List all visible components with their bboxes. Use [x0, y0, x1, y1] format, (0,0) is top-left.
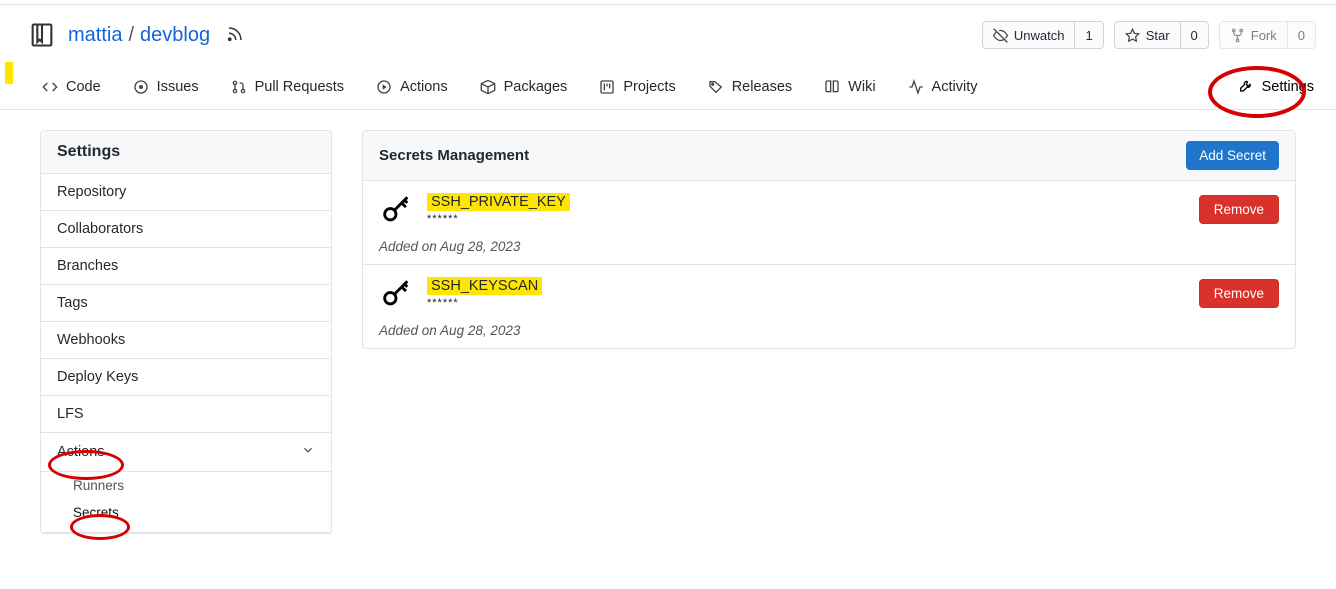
play-circle-icon	[376, 79, 392, 95]
breadcrumb-repo[interactable]: devblog	[140, 24, 210, 47]
tab-code[interactable]: Code	[40, 71, 103, 109]
sidebar-sub-secrets[interactable]: Secrets	[41, 499, 331, 526]
remove-secret-button[interactable]: Remove	[1199, 279, 1279, 308]
repo-header: mattia / devblog Unwatch 1 Star 0 Fork	[0, 4, 1336, 49]
secret-row: SSH_PRIVATE_KEY ****** Remove Added on A…	[363, 181, 1295, 265]
sidebar-item-actions[interactable]: Actions	[41, 433, 331, 472]
breadcrumb-owner[interactable]: mattia	[68, 24, 122, 47]
git-fork-icon	[1230, 28, 1245, 43]
tab-settings-label: Settings	[1262, 79, 1314, 95]
add-secret-button[interactable]: Add Secret	[1186, 141, 1279, 170]
sidebar-item-lfs[interactable]: LFS	[41, 396, 331, 433]
tab-pulls-label: Pull Requests	[255, 79, 344, 95]
repo-action-group: Unwatch 1 Star 0 Fork 0	[982, 21, 1316, 49]
sidebar-item-tags[interactable]: Tags	[41, 285, 331, 322]
star-button[interactable]: Star	[1115, 22, 1181, 48]
tab-code-label: Code	[66, 79, 101, 95]
star-label: Star	[1146, 28, 1170, 43]
fork-count: 0	[1288, 28, 1315, 43]
remove-secret-button[interactable]: Remove	[1199, 195, 1279, 224]
tools-icon	[1238, 79, 1254, 95]
star-pill: Star 0	[1114, 21, 1209, 49]
sidebar-item-webhooks[interactable]: Webhooks	[41, 322, 331, 359]
tab-releases[interactable]: Releases	[706, 71, 794, 109]
issue-icon	[133, 79, 149, 95]
tab-wiki[interactable]: Wiki	[822, 71, 877, 109]
secret-added-on: Added on Aug 28, 2023	[379, 323, 1279, 338]
secret-name: SSH_PRIVATE_KEY	[427, 193, 570, 211]
tab-issues[interactable]: Issues	[131, 71, 201, 109]
secret-mask: ******	[427, 297, 1185, 309]
tab-projects-label: Projects	[623, 79, 675, 95]
code-icon	[42, 79, 58, 95]
key-icon	[379, 277, 413, 311]
unwatch-label: Unwatch	[1014, 28, 1065, 43]
eye-off-icon	[993, 28, 1008, 43]
sidebar-item-deploy-keys[interactable]: Deploy Keys	[41, 359, 331, 396]
repo-tabs: Code Issues Pull Requests Actions Packag…	[0, 55, 1336, 110]
tab-projects[interactable]: Projects	[597, 71, 677, 109]
fork-button[interactable]: Fork	[1220, 22, 1288, 48]
tab-wiki-label: Wiki	[848, 79, 875, 95]
activity-icon	[908, 79, 924, 95]
key-icon	[379, 193, 413, 227]
book-icon	[824, 79, 840, 95]
sidebar-item-repository[interactable]: Repository	[41, 174, 331, 211]
secret-name: SSH_KEYSCAN	[427, 277, 542, 295]
fork-label: Fork	[1251, 28, 1277, 43]
star-icon	[1125, 28, 1140, 43]
star-count: 0	[1181, 28, 1208, 43]
settings-sidebar: Settings Repository Collaborators Branch…	[40, 130, 332, 534]
secret-mask: ******	[427, 213, 1185, 225]
chevron-down-icon	[301, 443, 315, 461]
secret-body: SSH_KEYSCAN ******	[427, 277, 1185, 309]
project-icon	[599, 79, 615, 95]
unwatch-count: 1	[1075, 28, 1102, 43]
secret-row: SSH_KEYSCAN ****** Remove Added on Aug 2…	[363, 265, 1295, 348]
rss-icon[interactable]	[226, 25, 244, 46]
secret-body: SSH_PRIVATE_KEY ******	[427, 193, 1185, 225]
annotation-yellow-strip	[5, 62, 13, 84]
unwatch-pill: Unwatch 1	[982, 21, 1104, 49]
tab-releases-label: Releases	[732, 79, 792, 95]
settings-layout: Settings Repository Collaborators Branch…	[0, 110, 1336, 554]
breadcrumb-separator: /	[128, 24, 134, 47]
panel-header: Secrets Management Add Secret	[363, 131, 1295, 181]
repo-icon	[28, 21, 56, 49]
main-content: Secrets Management Add Secret SSH_PRIVAT…	[362, 130, 1296, 534]
tab-packages-label: Packages	[504, 79, 568, 95]
tab-activity[interactable]: Activity	[906, 71, 980, 109]
tag-icon	[708, 79, 724, 95]
tab-activity-label: Activity	[932, 79, 978, 95]
tab-settings[interactable]: Settings	[1236, 71, 1316, 109]
sidebar-item-collaborators[interactable]: Collaborators	[41, 211, 331, 248]
git-pull-icon	[231, 79, 247, 95]
sidebar-item-actions-label: Actions	[57, 444, 105, 460]
panel-title: Secrets Management	[379, 147, 529, 164]
tab-issues-label: Issues	[157, 79, 199, 95]
tab-packages[interactable]: Packages	[478, 71, 570, 109]
fork-pill: Fork 0	[1219, 21, 1316, 49]
sidebar-sub-runners[interactable]: Runners	[41, 472, 331, 499]
secrets-panel: Secrets Management Add Secret SSH_PRIVAT…	[362, 130, 1296, 349]
package-icon	[480, 79, 496, 95]
sidebar-item-branches[interactable]: Branches	[41, 248, 331, 285]
unwatch-button[interactable]: Unwatch	[983, 22, 1076, 48]
sidebar-header: Settings	[41, 131, 331, 174]
tab-pulls[interactable]: Pull Requests	[229, 71, 346, 109]
tab-actions-label: Actions	[400, 79, 448, 95]
breadcrumb: mattia / devblog	[68, 24, 210, 47]
secret-added-on: Added on Aug 28, 2023	[379, 239, 1279, 254]
tab-actions[interactable]: Actions	[374, 71, 450, 109]
